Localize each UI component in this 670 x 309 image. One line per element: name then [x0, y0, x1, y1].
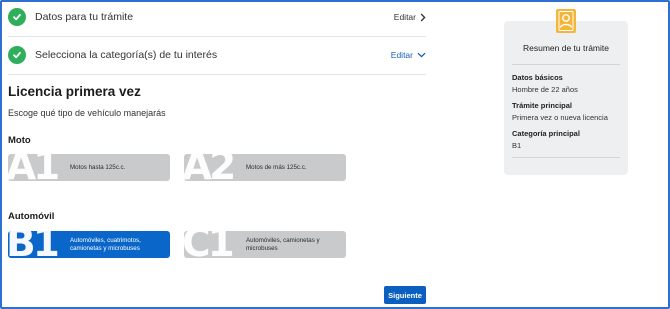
edit-label: Editar [390, 50, 413, 60]
option-description: Motos de más 125c.c. [246, 163, 307, 171]
edit-label: Editar [393, 12, 416, 22]
chevron-down-icon [417, 52, 426, 58]
summary-value-datos: Hombre de 22 años [512, 85, 578, 94]
option-code: A1 [8, 154, 60, 181]
step-categoria: Selecciona la categoría(s) de tu interés… [8, 36, 426, 75]
summary-value-tramite: Primera vez o nueva licencia [512, 113, 608, 122]
option-card-b1[interactable]: B1 Automóviles, cuatrimotos, camionetas … [8, 231, 170, 258]
summary-label-categoria: Categoría principal [512, 129, 580, 138]
summary-value-categoria: B1 [512, 141, 522, 150]
check-icon [8, 46, 26, 64]
option-description: Automóviles, camionetas y microbuses [246, 236, 320, 252]
option-code: C1 [184, 231, 235, 258]
summary-divider [512, 64, 620, 65]
page-title: Licencia primera vez [8, 84, 141, 99]
edit-datos-button[interactable]: Editar [394, 12, 426, 22]
category-heading-moto: Moto [8, 135, 31, 146]
page-subtitle: Escoge qué tipo de vehículo manejarás [8, 108, 166, 118]
chevron-right-icon [420, 13, 426, 21]
option-card-a1[interactable]: A1 Motos hasta 125c.c. [8, 154, 170, 181]
option-code: B1 [8, 231, 60, 258]
summary-divider [512, 157, 620, 158]
option-code: A2 [184, 154, 236, 181]
step-title: Selecciona la categoría(s) de tu interés [35, 49, 218, 61]
summary-title: Resumen de tu trámite [523, 43, 609, 53]
summary-label-tramite: Trámite principal [512, 101, 573, 110]
summary-label-datos: Datos básicos [512, 73, 563, 82]
id-badge-icon [556, 9, 576, 33]
edit-categoria-button[interactable]: Editar [391, 50, 426, 60]
option-description: Automóviles, cuatrimotos, camionetas y m… [70, 236, 141, 252]
next-button[interactable]: Siguiente [384, 286, 426, 304]
category-heading-automovil: Automóvil [8, 211, 55, 222]
step-datos: Datos para tu trámite Editar [8, 0, 426, 37]
option-card-a2[interactable]: A2 Motos de más 125c.c. [184, 154, 346, 181]
option-description: Motos hasta 125c.c. [70, 163, 126, 171]
option-card-c1[interactable]: C1 Automóviles, camionetas y microbuses [184, 231, 346, 258]
step-title: Datos para tu trámite [35, 11, 134, 23]
check-icon [8, 8, 26, 26]
